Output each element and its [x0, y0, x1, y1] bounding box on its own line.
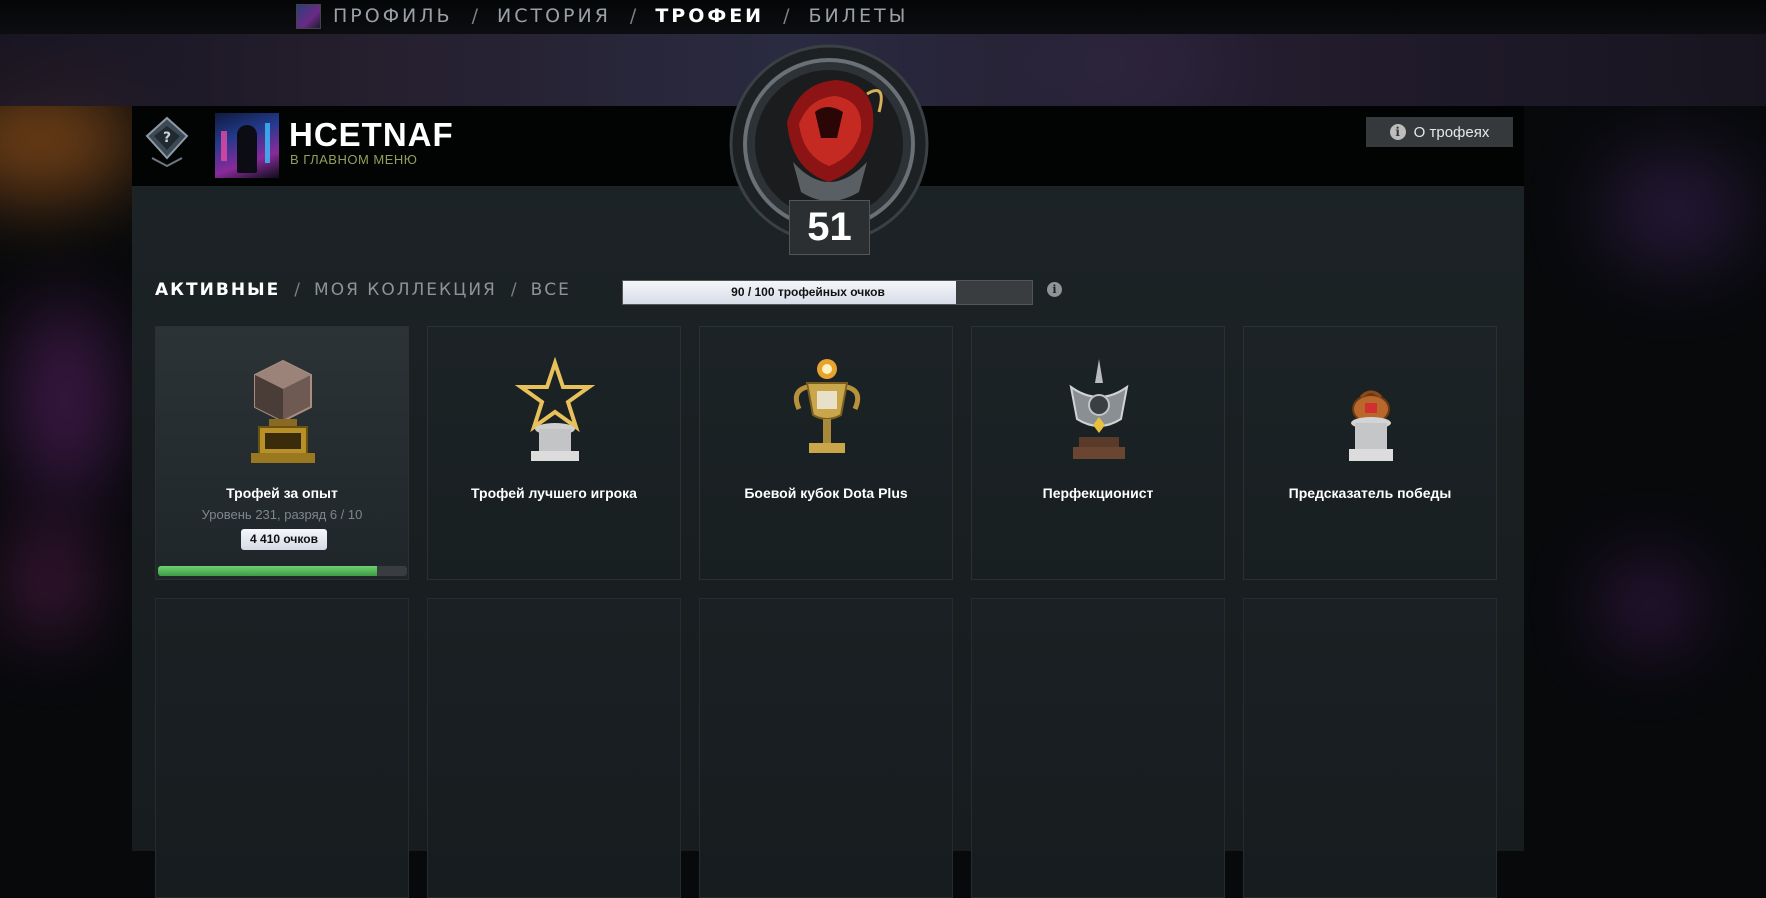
empty-trophy-slot[interactable]: [699, 598, 953, 898]
trophy-title: Трофей за опыт: [226, 485, 338, 501]
tab-all[interactable]: ВСЕ: [531, 280, 571, 300]
empty-trophy-slot[interactable]: [427, 598, 681, 898]
nav-separator: /: [629, 5, 637, 27]
svg-text:?: ?: [163, 130, 171, 146]
tab-active[interactable]: АКТИВНЫЕ: [155, 280, 280, 300]
tab-my-collection[interactable]: МОЯ КОЛЛЕКЦИЯ: [314, 280, 497, 300]
trident-trophy-icon: [1049, 357, 1149, 467]
trophy-filter-tabs: АКТИВНЫЕ / МОЯ КОЛЛЕКЦИЯ / ВСЕ: [155, 278, 571, 302]
about-trophies-button[interactable]: i О трофеях: [1366, 117, 1513, 147]
trophy-title: Предсказатель победы: [1288, 485, 1452, 501]
empty-trophy-slot[interactable]: [155, 598, 409, 898]
cube-trophy-icon: [233, 357, 333, 467]
empty-trophy-slot[interactable]: [971, 598, 1225, 898]
trophy-card[interactable]: Трофей за опыт Уровень 231, разряд 6 / 1…: [155, 326, 409, 580]
cup-trophy-icon: [777, 357, 877, 467]
trophy-points-badge: 4 410 очков: [241, 529, 327, 550]
avatar[interactable]: [215, 113, 279, 178]
trophy-progress-fill: [158, 566, 378, 576]
nav-tabs: ПРОФИЛЬ / ИСТОРИЯ / ТРОФЕИ / БИЛЕТЫ: [296, 2, 908, 30]
moneybag-trophy-icon: [1321, 357, 1421, 467]
trophy-card[interactable]: Предсказатель победы: [1243, 326, 1497, 580]
star-trophy-icon: [505, 356, 605, 467]
info-icon: i: [1389, 124, 1406, 140]
about-trophies-label: О трофеях: [1413, 123, 1490, 141]
info-icon[interactable]: i: [1047, 282, 1062, 297]
player-name[interactable]: HCETNAF: [289, 116, 454, 154]
question-medal-icon[interactable]: ?: [142, 114, 192, 169]
empty-trophy-slot[interactable]: [1243, 598, 1497, 898]
trophy-points-label: 90 / 100 трофейных очков: [731, 285, 885, 299]
trophy-title: Перфекционист: [1042, 485, 1154, 501]
trophy-points-bar: 90 / 100 трофейных очков: [622, 280, 1033, 305]
tab-separator: /: [294, 280, 301, 300]
trophy-progress-bar: [158, 566, 407, 576]
nav-separator: /: [471, 5, 478, 27]
trophy-card[interactable]: Перфекционист: [971, 326, 1225, 580]
trophy-card[interactable]: Боевой кубок Dota Plus: [699, 326, 953, 580]
nav-tab-trophies[interactable]: ТРОФЕИ: [655, 5, 764, 27]
nav-tab-profile[interactable]: ПРОФИЛЬ: [333, 5, 453, 27]
tab-separator: /: [510, 280, 517, 300]
nav-separator: /: [783, 5, 790, 27]
trophy-subtitle: Уровень 231, разряд 6 / 10: [201, 507, 363, 522]
nav-tab-history[interactable]: ИСТОРИЯ: [497, 5, 611, 27]
nav-tab-tickets[interactable]: БИЛЕТЫ: [809, 5, 909, 27]
trophy-title: Боевой кубок Dota Plus: [744, 485, 908, 501]
top-nav: ПРОФИЛЬ / ИСТОРИЯ / ТРОФЕИ / БИЛЕТЫ: [0, 0, 1766, 34]
trophy-card[interactable]: Трофей лучшего игрока: [427, 326, 681, 580]
trophy-level: 51: [789, 200, 870, 255]
trophy-title: Трофей лучшего игрока: [471, 485, 637, 501]
nav-avatar[interactable]: [296, 3, 321, 29]
player-status: В ГЛАВНОМ МЕНЮ: [290, 152, 418, 167]
